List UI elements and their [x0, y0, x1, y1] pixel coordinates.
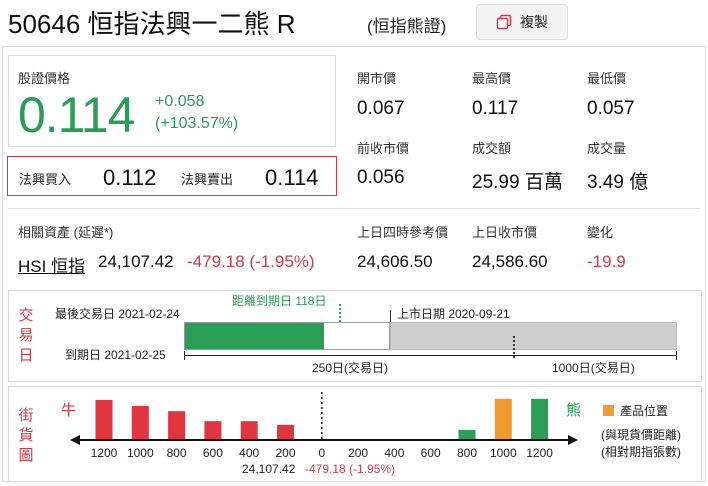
scale-250-label: 250日(交易日): [312, 361, 389, 375]
bull-bar-5: [277, 424, 294, 440]
ref-price-value: 24,606.50: [357, 252, 433, 271]
street-tick-5: 200: [275, 446, 295, 460]
volume-label: 成交量: [587, 141, 627, 156]
copy-button[interactable]: 複製: [476, 4, 568, 40]
trade-days-bar-250: [184, 322, 390, 350]
legend-swatch: [603, 405, 614, 416]
last-trade-date: 最後交易日 2021-02-24: [55, 307, 180, 321]
bull-bar-2: [168, 411, 186, 440]
open-value: 0.067: [357, 98, 405, 119]
diff-label: 變化: [587, 225, 614, 240]
street-tick-7: 200: [348, 446, 368, 460]
prev-close-label: 前收市價: [357, 141, 410, 156]
turnover-value: 25.99 百萬: [472, 172, 563, 193]
axis-arrow-left: [70, 435, 80, 445]
scale-1000-label: 1000日(交易日): [552, 361, 635, 375]
axis-arrow-right: [568, 435, 578, 445]
underlying-link[interactable]: HSI 恒指: [18, 252, 85, 277]
listing-marker: [390, 310, 391, 322]
product-type: (恒指熊證): [367, 17, 447, 36]
trade-days-elapsed-fill: [185, 323, 324, 349]
copy-label: 複製: [520, 14, 548, 30]
prev-close-index-label: 上日收市價: [472, 225, 538, 240]
street-tick-4: 400: [239, 446, 259, 460]
days-to-expiry: 距離到期日 118日: [232, 294, 327, 308]
scale-axis: [184, 355, 677, 356]
ask-label: 法興賣出: [181, 172, 234, 187]
street-tick-0: 1200: [91, 446, 118, 460]
bid-label: 法興買入: [19, 172, 72, 187]
bear-bar-11: [494, 398, 512, 440]
high-label: 最高價: [472, 71, 512, 86]
turnover-label: 成交額: [472, 141, 512, 156]
bull-bar-3: [204, 421, 222, 440]
street-side-label: 街 貨 圖: [18, 407, 34, 464]
expiry-date: 到期日 2021-02-25: [65, 348, 166, 362]
underlying-price: 24,107.42: [98, 252, 174, 271]
street-note-1: (與現貨價距離): [601, 428, 681, 442]
street-tick-8: 400: [384, 446, 404, 460]
street-underlying-price: 24,107.42: [242, 462, 296, 476]
street-note-2: (相對期指張數): [601, 445, 681, 459]
street-underlying-change: -479.18 (-1.95%): [305, 462, 396, 476]
street-tick-10: 800: [457, 446, 477, 460]
low-value: 0.057: [587, 98, 635, 119]
street-tick-3: 600: [203, 446, 223, 460]
last-price: 0.114: [18, 87, 135, 143]
legend-product: 產品位置: [603, 402, 668, 419]
street-tick-1: 1000: [127, 446, 154, 460]
bear-bar-12: [531, 398, 549, 440]
scale-tick-end: [676, 351, 677, 360]
street-tick-9: 600: [421, 446, 441, 460]
page-title: 50646 恒指法興一二熊 R: [8, 9, 296, 39]
ref-price-label: 上日四時參考價: [357, 225, 449, 240]
bid-value: 0.112: [103, 165, 157, 190]
copy-icon: [496, 14, 512, 30]
bear-bar-10: [458, 430, 476, 440]
listing-date: 上市日期 2020-09-21: [397, 307, 510, 321]
underlying-label: 相關資產 (延遲*): [18, 225, 114, 240]
street-tick-6: 0: [318, 446, 325, 460]
open-label: 開市價: [357, 71, 397, 86]
legend-label: 產品位置: [620, 404, 669, 418]
bull-bar-4: [240, 421, 258, 440]
street-tick-11: 1000: [490, 446, 517, 460]
prev-close-value: 0.056: [357, 167, 405, 188]
price-change: +0.058: [155, 93, 205, 110]
trade-days-bar-1000: [390, 322, 677, 350]
price-label: 股證價格: [18, 71, 71, 86]
bull-bar-1: [131, 406, 149, 440]
expiry-marker: [339, 304, 341, 322]
street-tick-2: 800: [167, 446, 187, 460]
price-change-pct: (+103.57%): [155, 115, 239, 132]
trade-days-side-label: 交 易 日: [18, 307, 34, 364]
divider: [8, 208, 700, 209]
street-tick-12: 1200: [526, 446, 553, 460]
prev-close-index-value: 24,586.60: [472, 252, 548, 271]
bull-bar-0: [95, 400, 113, 440]
scale-tick-250: [513, 336, 515, 358]
high-value: 0.117: [472, 98, 519, 119]
diff-value: -19.9: [587, 252, 626, 271]
underlying-change: -479.18 (-1.95%): [187, 252, 315, 271]
volume-value: 3.49 億: [587, 172, 649, 193]
ask-value: 0.114: [265, 165, 319, 190]
scale-tick-start: [184, 351, 185, 360]
low-label: 最低價: [587, 71, 627, 86]
